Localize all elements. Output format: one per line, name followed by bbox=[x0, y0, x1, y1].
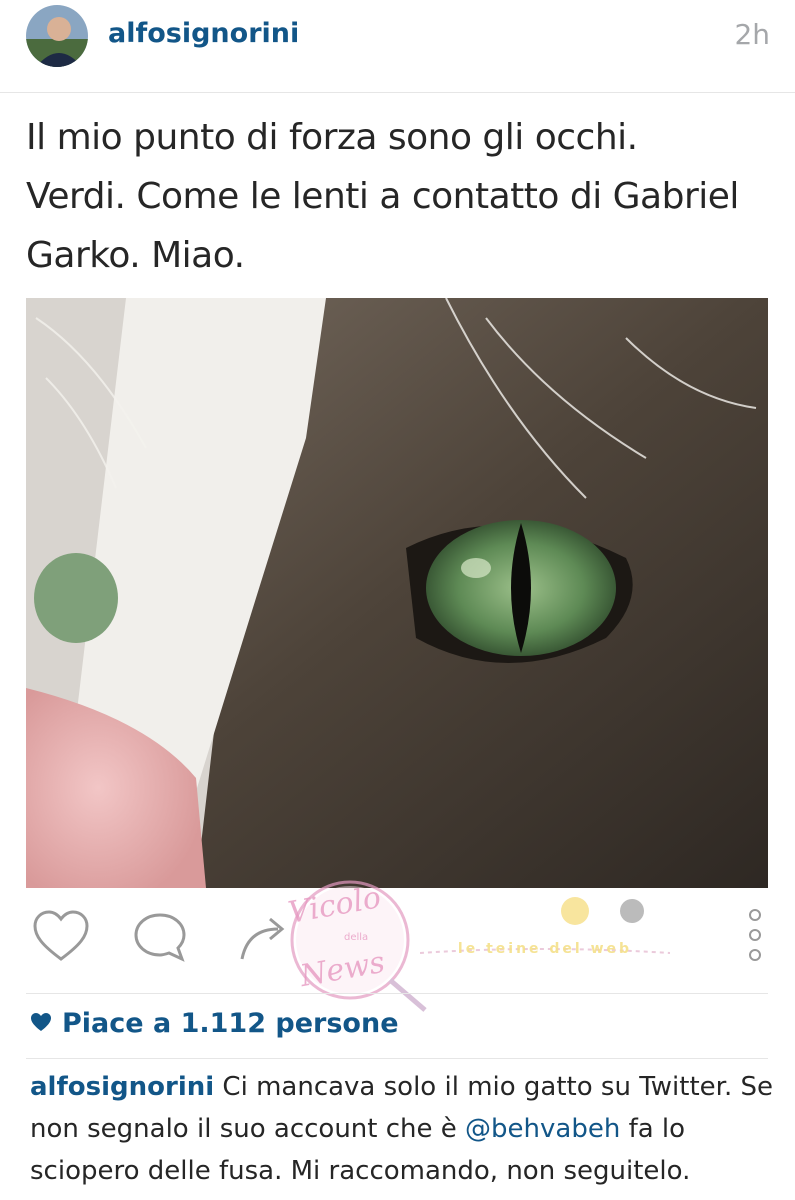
watermark-banner: le teine del web bbox=[419, 893, 671, 987]
likes-count[interactable]: Piace a 1.112 persone bbox=[30, 1008, 399, 1039]
tweet-line: Il mio punto di forza sono gli occhi. bbox=[26, 117, 638, 158]
watermark-text-2: della bbox=[344, 932, 369, 943]
tweet-text: Il mio punto di forza sono gli occhi. Ve… bbox=[26, 108, 786, 285]
caption-mention[interactable]: @behvabeh bbox=[465, 1114, 620, 1144]
comment-bubble-icon[interactable] bbox=[132, 911, 188, 967]
post-caption: alfosignorini Ci mancava solo il mio gat… bbox=[30, 1066, 780, 1192]
likes-label: Piace a 1.112 persone bbox=[62, 1008, 399, 1039]
more-vertical-icon[interactable] bbox=[746, 907, 764, 971]
caption-username[interactable]: alfosignorini bbox=[30, 1072, 214, 1102]
post-photo[interactable] bbox=[26, 298, 768, 888]
avatar[interactable] bbox=[26, 5, 88, 67]
cat-photo-image bbox=[26, 298, 768, 888]
divider bbox=[26, 1058, 768, 1059]
tweet-line: Verdi. Come le lenti a contatto di Gabri… bbox=[26, 176, 739, 217]
tweet-line: Garko. Miao. bbox=[26, 235, 245, 276]
divider bbox=[26, 993, 768, 994]
post-username[interactable]: alfosignorini bbox=[108, 18, 299, 49]
post-header: alfosignorini 2h bbox=[0, 0, 795, 93]
watermark-logo: Vicolo della News bbox=[240, 870, 440, 1024]
heart-outline-icon[interactable] bbox=[32, 909, 90, 967]
heart-filled-icon bbox=[30, 1008, 52, 1039]
post-time: 2h bbox=[734, 18, 770, 51]
watermark-banner-text: le teine del web bbox=[457, 941, 633, 957]
